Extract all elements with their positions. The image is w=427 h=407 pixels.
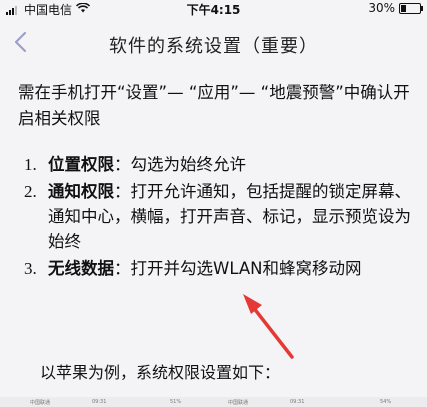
screenshot-preview-strip: 中国联通 09:31 51% 中国联通 09:31 54% <box>0 397 427 407</box>
thumb-right-time: 09:31 <box>290 399 305 405</box>
thumb-left-time: 09:31 <box>92 399 107 405</box>
thumb-right-carrier: 中国联通 <box>228 400 249 406</box>
thumb-left-battery: 51% <box>170 399 182 405</box>
red-arrow-icon <box>243 294 294 359</box>
thumb-right-battery: 54% <box>380 399 392 405</box>
thumb-left-carrier: 中国联通 <box>30 400 51 406</box>
